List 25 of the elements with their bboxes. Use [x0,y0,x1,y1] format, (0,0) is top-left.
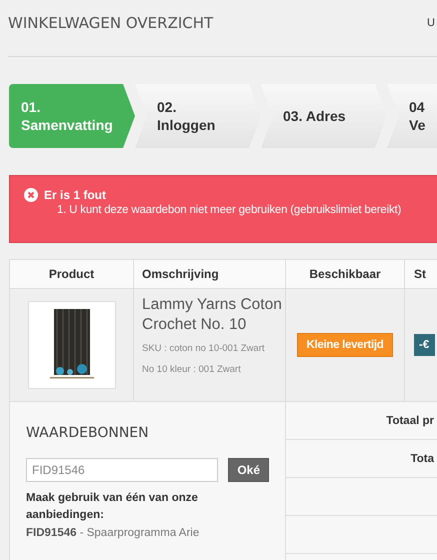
vouchers-heading: WAARDEBONNEN [26,425,150,441]
voucher-code-field[interactable]: FID91546 [26,458,218,482]
column-header: St [405,259,437,289]
total-label: Totaal pr [386,414,435,426]
column-header: Omschrijving [134,259,286,289]
offers-label: Maak gebruik van één van onze aanbiedingen: [26,491,199,523]
checkout-step-tab[interactable]: 02. Inloggen [135,84,261,148]
price-badge: -€ [414,334,436,356]
page-title: WINKELWAGEN OVERZICHT [8,14,214,32]
product-thumbnail[interactable] [28,301,116,389]
alert-message: 1. U kunt deze waardebon niet meer gebruiken (gebruikslimiet bereikt) [57,204,402,216]
product-attribute: No 10 kleur : 001 Zwart [142,363,242,377]
alert-title: Er is 1 fout [44,188,106,202]
column-header: Product [10,259,134,289]
column-header: Beschikbaar [286,259,405,289]
offer-link[interactable]: FID91546 - Spaarprogramma Arie [26,527,269,539]
error-icon [24,188,38,202]
product-sku: SKU : coton no 10-001 Zwart [142,342,266,356]
account-link[interactable]: U [427,17,437,29]
checkout-step-tab[interactable]: 04 Ve [387,84,437,148]
product-name-link[interactable]: Lammy Yarns Coton Crochet No. 10 [142,295,285,335]
checkout-step-tab[interactable]: 03. Adres [261,84,387,148]
ok-button[interactable]: Oké [228,458,269,482]
total-label: Tota [410,452,435,464]
availability-badge: Kleine levertijd [297,333,392,357]
